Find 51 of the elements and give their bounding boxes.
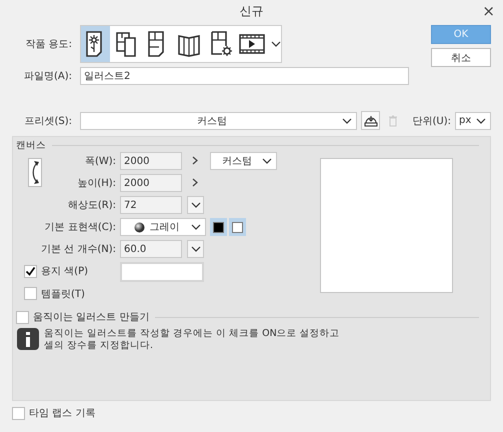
paper-color-field[interactable]: [120, 262, 204, 282]
info-text: 셀의 장수를 지정합니다.: [44, 340, 154, 352]
checkbox[interactable]: [24, 264, 37, 278]
field-label: 기본 선 개수(N):: [40, 243, 117, 256]
chevron-down-icon: [190, 202, 200, 208]
save-preset-icon[interactable]: [361, 111, 380, 130]
checkbox-label: 타임 랩스 기록: [29, 407, 96, 420]
usage-option[interactable]: [81, 26, 110, 62]
chevron-down-icon: [262, 158, 272, 164]
chevron-right-icon[interactable]: [192, 178, 198, 186]
close-button[interactable]: ×: [480, 2, 497, 20]
swap-size-icon[interactable]: [28, 158, 42, 186]
number-field[interactable]: 2000: [120, 174, 182, 192]
color-mode-dropdown[interactable]: 그레이: [120, 218, 206, 236]
dropdown-button[interactable]: [187, 240, 204, 258]
info-text: 움직이는 일러스트를 작성할 경우에는 이 체크를 ON으로 설정하고: [44, 328, 340, 340]
file-name-label: 파일명(A):: [22, 70, 72, 83]
chevron-down-icon: [190, 246, 200, 252]
dropdown-button[interactable]: [187, 196, 204, 214]
unit-label: 단위(U):: [412, 114, 451, 128]
usage-label: 작품 용도:: [24, 38, 72, 51]
preset-label: 프리셋(S):: [23, 114, 72, 128]
checkbox[interactable]: [12, 406, 25, 420]
checkbox[interactable]: [16, 310, 29, 324]
color-swatch-button[interactable]: [210, 218, 227, 236]
number-field[interactable]: 2000: [120, 152, 182, 170]
checkbox-label: 템플릿(T): [41, 288, 85, 301]
checkbox-label: 용지 색(P): [41, 265, 88, 278]
field-label: 기본 표현색(C):: [44, 221, 117, 234]
field-label: 폭(W):: [84, 155, 117, 168]
color-swatch-button[interactable]: [229, 218, 246, 236]
field-label: 해상도(R):: [66, 199, 117, 212]
checkbox-label: 움직이는 일러스트 만들기: [33, 311, 150, 324]
field-label: 높이(H):: [76, 177, 117, 190]
section-title: 캔버스: [16, 138, 46, 152]
chevron-down-icon: [476, 118, 486, 124]
chevron-down-icon: [342, 118, 352, 124]
unit-dropdown[interactable]: px: [455, 112, 491, 130]
chevron-down-icon: [191, 224, 201, 230]
cancel-button[interactable]: 취소: [431, 48, 491, 67]
number-field[interactable]: 72: [120, 196, 182, 214]
preset-dropdown[interactable]: 커스텀: [80, 112, 357, 130]
size-preset-dropdown[interactable]: 커스텀: [210, 152, 277, 170]
chevron-down-icon[interactable]: [270, 41, 281, 47]
window-title: 신규: [240, 2, 264, 20]
file-name-field[interactable]: 일러스트2: [80, 67, 409, 85]
checkbox[interactable]: [24, 287, 37, 300]
chevron-right-icon[interactable]: [192, 156, 198, 164]
sphere-icon: [134, 222, 144, 232]
info-icon: [17, 328, 39, 350]
number-field[interactable]: 60.0: [120, 240, 182, 258]
